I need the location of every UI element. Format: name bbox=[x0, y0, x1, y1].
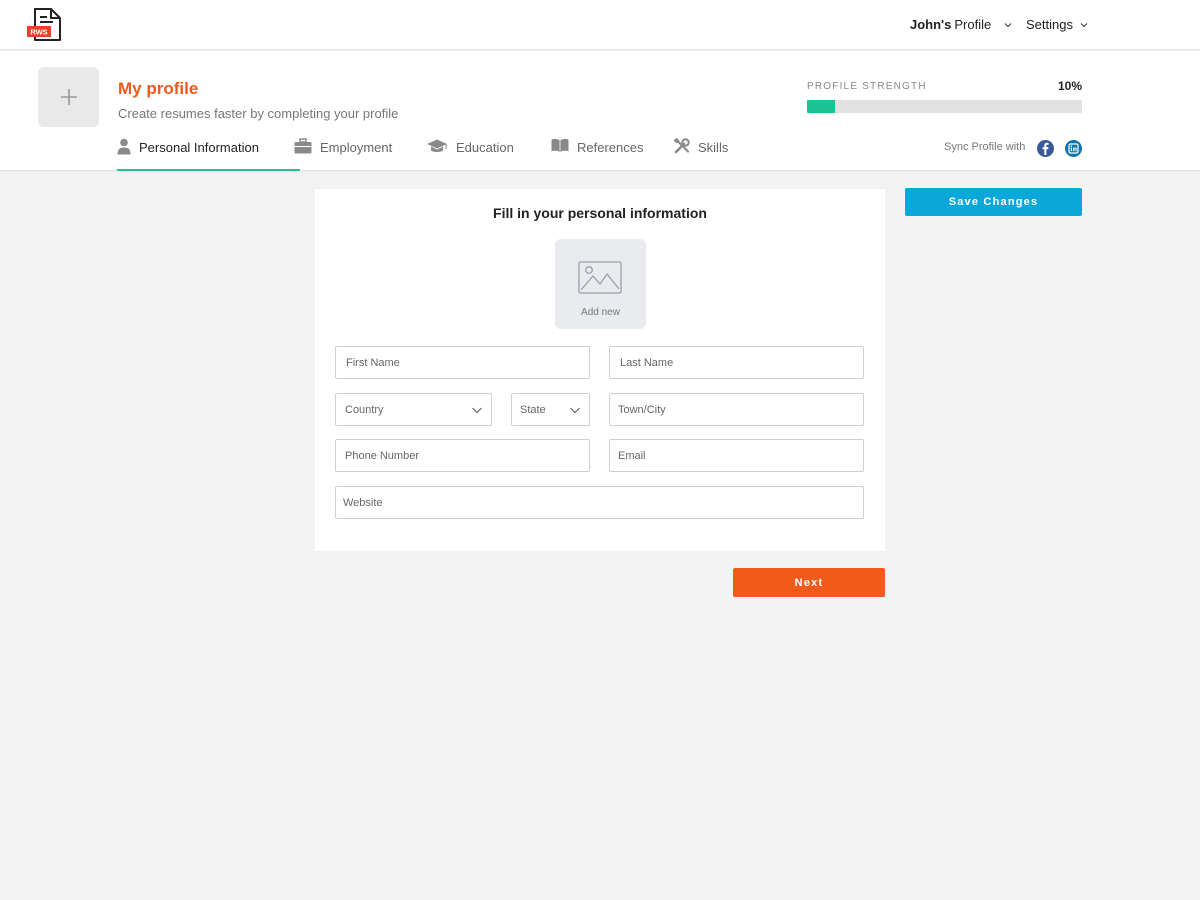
last-name-placeholder: Last Name bbox=[620, 356, 674, 369]
add-photo-label: Add new bbox=[581, 307, 620, 318]
settings-label: Settings bbox=[1026, 17, 1073, 32]
top-navigation-bar: RWS John's Profile Settings bbox=[0, 0, 1200, 50]
tab-education[interactable]: Education bbox=[426, 137, 551, 171]
tab-employment[interactable]: Employment bbox=[294, 137, 426, 171]
town-city-input[interactable]: Town/City bbox=[609, 393, 864, 426]
tab-label: Personal Information bbox=[139, 140, 259, 155]
add-avatar-button[interactable] bbox=[38, 67, 99, 127]
tools-icon bbox=[674, 138, 690, 154]
profile-label: Profile bbox=[954, 17, 992, 32]
state-select[interactable]: State bbox=[511, 393, 590, 426]
tab-label: Skills bbox=[698, 140, 729, 155]
profile-tabs: Personal Information Employment Educatio… bbox=[117, 137, 754, 171]
website-input[interactable]: Website bbox=[335, 486, 864, 519]
country-select[interactable]: Country bbox=[335, 393, 492, 426]
facebook-glyph bbox=[1042, 142, 1049, 155]
state-placeholder: State bbox=[520, 403, 546, 416]
add-photo-button[interactable]: Add new bbox=[555, 239, 646, 329]
personal-information-form: Fill in your personal information Add ne… bbox=[315, 189, 885, 551]
next-button[interactable]: Next bbox=[733, 568, 885, 597]
chevron-down-icon bbox=[1080, 22, 1088, 27]
plus-icon bbox=[60, 89, 77, 105]
tab-label: References bbox=[577, 140, 644, 155]
chevron-down-icon bbox=[1004, 22, 1012, 27]
first-name-input[interactable]: First Name bbox=[335, 346, 590, 379]
profile-strength-fill bbox=[807, 100, 835, 113]
profile-name: John's bbox=[910, 17, 952, 32]
tab-personal-information[interactable]: Personal Information bbox=[117, 137, 300, 171]
image-placeholder-icon bbox=[578, 261, 622, 294]
town-city-placeholder: Town/City bbox=[618, 403, 666, 416]
book-icon bbox=[551, 138, 569, 152]
website-placeholder: Website bbox=[343, 496, 383, 509]
profile-strength-bar bbox=[807, 100, 1082, 113]
tab-label: Employment bbox=[320, 140, 393, 155]
app-logo[interactable]: RWS bbox=[26, 7, 62, 43]
country-placeholder: Country bbox=[345, 403, 384, 416]
sync-profile-label: Sync Profile with bbox=[944, 141, 1026, 153]
logo-text: RWS bbox=[30, 28, 47, 37]
chevron-down-icon bbox=[570, 407, 580, 413]
phone-number-input[interactable]: Phone Number bbox=[335, 439, 590, 472]
linkedin-icon[interactable] bbox=[1065, 140, 1082, 157]
facebook-icon[interactable] bbox=[1037, 140, 1054, 157]
chevron-down-icon bbox=[472, 407, 482, 413]
first-name-placeholder: First Name bbox=[346, 356, 400, 369]
save-changes-button[interactable]: Save Changes bbox=[905, 188, 1082, 216]
page-title: My profile bbox=[118, 79, 199, 98]
form-title: Fill in your personal information bbox=[493, 205, 707, 221]
tab-label: Education bbox=[456, 140, 514, 155]
briefcase-icon bbox=[294, 138, 312, 154]
profile-menu[interactable]: John's Profile bbox=[910, 17, 1013, 32]
tab-references[interactable]: References bbox=[551, 137, 674, 171]
linkedin-glyph bbox=[1068, 143, 1079, 154]
person-icon bbox=[117, 138, 131, 155]
graduation-cap-icon bbox=[427, 139, 447, 152]
profile-strength-value: 10% bbox=[1057, 79, 1082, 93]
settings-menu[interactable]: Settings bbox=[1026, 17, 1089, 32]
phone-number-placeholder: Phone Number bbox=[345, 449, 419, 462]
tab-skills[interactable]: Skills bbox=[674, 137, 754, 171]
last-name-input[interactable]: Last Name bbox=[609, 346, 864, 379]
profile-header: My profile Create resumes faster by comp… bbox=[0, 51, 1200, 171]
page-subtitle: Create resumes faster by completing your… bbox=[118, 106, 399, 121]
email-input[interactable]: Email bbox=[609, 439, 864, 472]
profile-strength-label: PROFILE STRENGTH bbox=[807, 81, 927, 92]
email-placeholder: Email bbox=[618, 449, 646, 462]
